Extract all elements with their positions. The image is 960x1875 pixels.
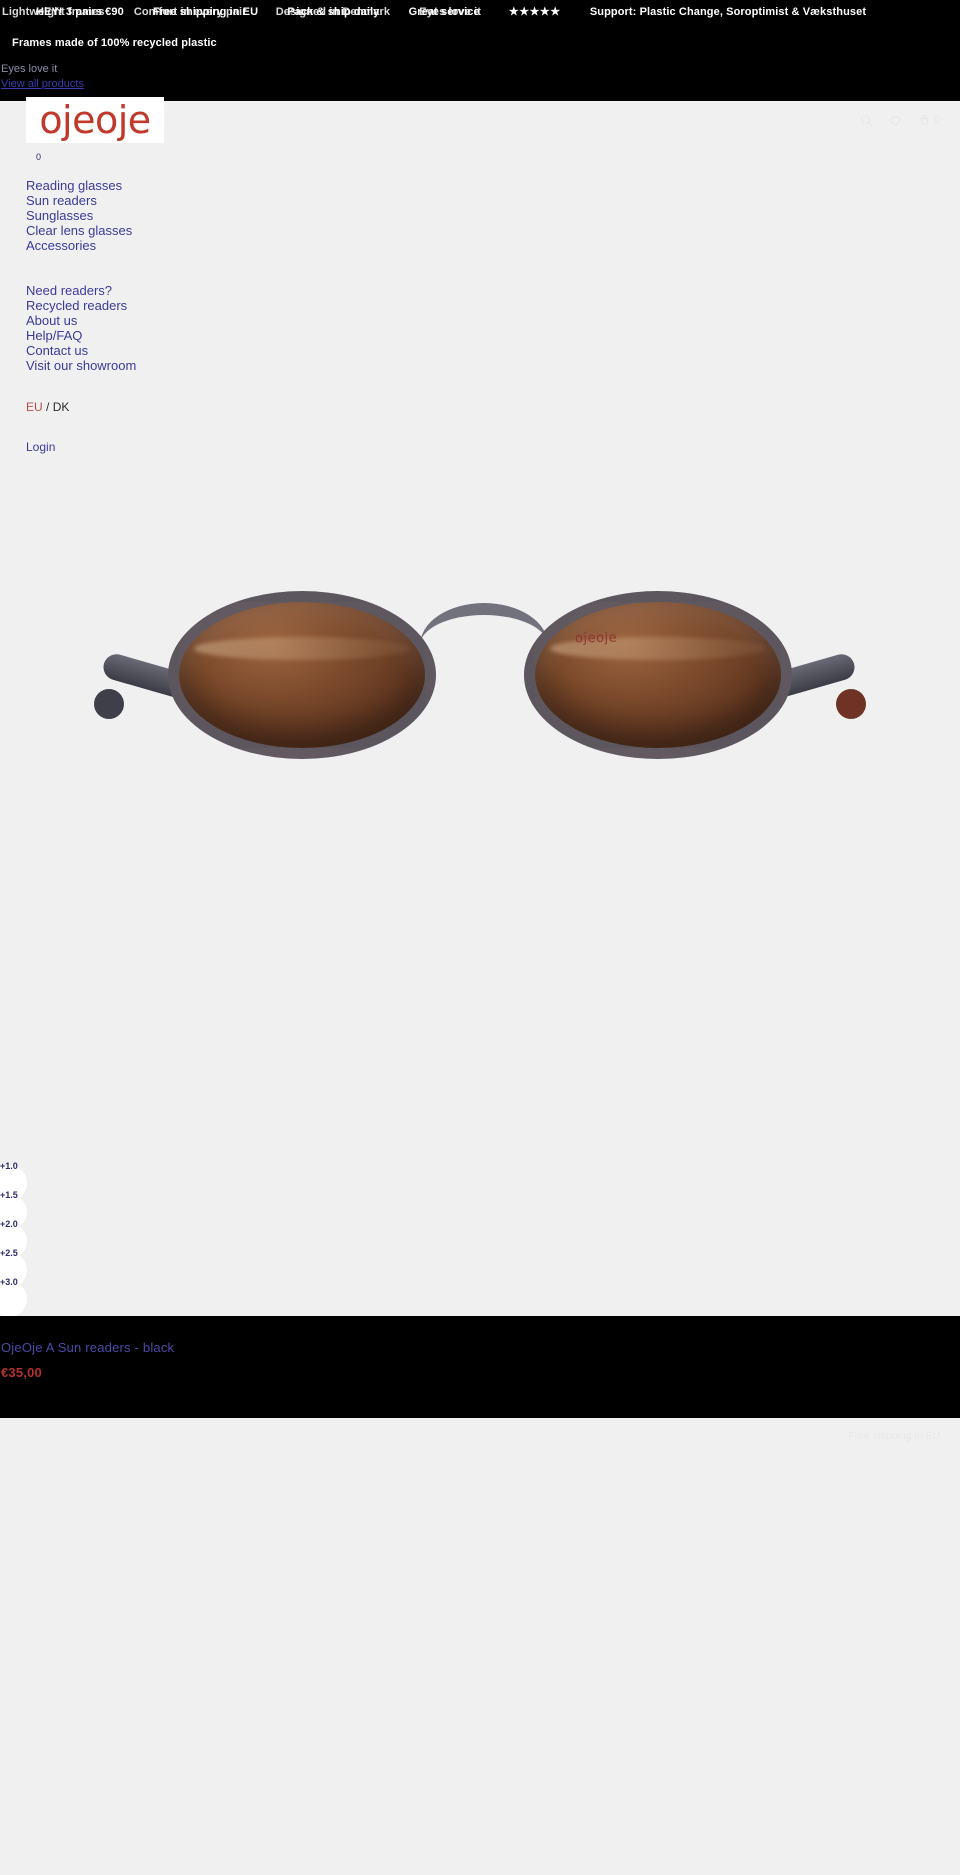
heart-icon[interactable] (889, 114, 902, 127)
logo-text: ojeoje (39, 98, 151, 142)
nav-item-about-us[interactable]: About us (26, 313, 300, 329)
nav-item-accessories[interactable]: Accessories (26, 238, 300, 254)
star-rating-icon: ★★★★★ (508, 6, 561, 18)
lens-brand-mark: ojeoje (574, 630, 618, 647)
site-footer: Free shipping in EU (0, 1418, 960, 1875)
nav-item-contact-us[interactable]: Contact us (26, 343, 300, 359)
locale-region[interactable]: EU (26, 400, 43, 414)
locale-country[interactable]: DK (53, 400, 70, 414)
nav-item-recycled-readers[interactable]: Recycled readers (26, 298, 300, 314)
temple-tip-left (94, 689, 124, 719)
announcement-marquee-primary: HEY! 3 pairs €90 Free shipping in EU Pac… (0, 2, 960, 22)
announcement-recycled-line: Frames made of 100% recycled plastic (12, 37, 217, 49)
locale-selector[interactable]: EU / DK (26, 400, 300, 414)
nav-item-clear-lens-glasses[interactable]: Clear lens glasses (26, 223, 300, 239)
search-icon[interactable] (860, 114, 873, 127)
announcement-links: Eyes love it View all products (0, 62, 300, 92)
product-info-band: OjeOje A Sun readers - black €35,00 (0, 1316, 960, 1418)
announcement-item-fulfilment: Pack & ship daily (287, 6, 380, 18)
strength-option-label: +1.5 (0, 1190, 18, 1200)
temple-tip-right (836, 689, 866, 719)
product-title[interactable]: OjeOje A Sun readers - black (1, 1340, 174, 1355)
cart-count-badge: 0 (934, 115, 940, 126)
site-logo[interactable]: ojeoje (26, 97, 164, 143)
nav-item-sun-readers[interactable]: Sun readers (26, 193, 300, 209)
nav-item-sunglasses[interactable]: Sunglasses (26, 208, 300, 224)
view-all-products-link[interactable]: View all products (0, 77, 300, 92)
nav-group-categories: Reading glasses Sun readers Sunglasses C… (26, 178, 300, 254)
sunglasses-illustration: ojeoje (94, 579, 866, 779)
frame-bridge (420, 603, 548, 647)
announcement-bar: Lightweight frames Comfort in every pair… (0, 0, 960, 101)
nav-item-help-faq[interactable]: Help/FAQ (26, 328, 300, 344)
login-row: Login (26, 440, 300, 454)
announcement-item-shipping: Free shipping in EU (152, 6, 259, 18)
nav-item-visit-showroom[interactable]: Visit our showroom (26, 358, 300, 374)
strength-option-label: +2.5 (0, 1248, 18, 1258)
strength-option-label: +2.0 (0, 1219, 18, 1229)
announcement-item-support: Support: Plastic Change, Soroptimist & V… (589, 6, 867, 18)
cart-count-label: 0 (36, 152, 42, 162)
strength-option-label: +1.0 (0, 1161, 18, 1171)
cart-icon[interactable]: 0 (918, 114, 940, 127)
header-actions: 0 (860, 114, 940, 127)
locale-separator: / (46, 400, 50, 414)
nav-group-info: Need readers? Recycled readers About us … (26, 283, 300, 374)
lens-right (524, 591, 792, 759)
announcement-item-service: Great service (408, 6, 480, 18)
nav-item-reading-glasses[interactable]: Reading glasses (26, 178, 300, 194)
product-image[interactable]: ojeoje (0, 579, 960, 819)
lens-left (168, 591, 436, 759)
strength-option-label: +3.0 (0, 1277, 18, 1287)
strength-selector: +1.0 +1.5 +2.0 +2.5 +3.0 (0, 1161, 72, 1317)
login-link[interactable]: Login (26, 440, 55, 454)
main-navigation: 0 Reading glasses Sun readers Sunglasses… (0, 149, 300, 454)
announcement-item-offer: HEY! 3 pairs €90 (36, 6, 124, 18)
product-price: €35,00 (1, 1365, 42, 1380)
footer-note: Free shipping in EU (848, 1431, 940, 1442)
nav-item-need-readers[interactable]: Need readers? (26, 283, 300, 299)
eyes-love-it-text: Eyes love it (1, 63, 58, 75)
